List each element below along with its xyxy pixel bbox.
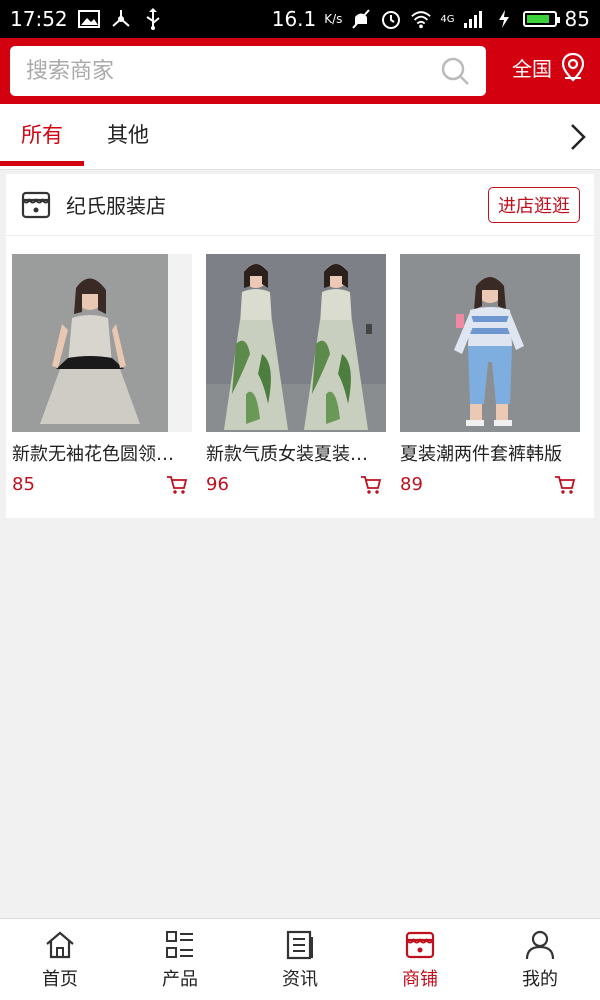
- network-type: 4G: [440, 13, 455, 25]
- nav-me[interactable]: 我的: [480, 919, 600, 1000]
- user-icon[interactable]: [524, 929, 556, 961]
- document-icon[interactable]: [284, 929, 316, 961]
- region-label[interactable]: 全国: [512, 53, 552, 82]
- product-card[interactable]: 新款无袖花色圆领连衣裙 85: [12, 254, 192, 495]
- signal-icon: [463, 8, 485, 30]
- nav-stores-label[interactable]: 商铺: [402, 965, 438, 991]
- product-title[interactable]: 新款气质女装夏装长裙: [206, 440, 374, 466]
- search-input[interactable]: [26, 58, 426, 84]
- nav-me-label[interactable]: 我的: [522, 965, 558, 991]
- nav-products[interactable]: 产品: [120, 919, 240, 1000]
- product-image[interactable]: [206, 254, 386, 432]
- product-price: 89: [400, 474, 423, 495]
- product-image[interactable]: [12, 254, 192, 432]
- nav-products-label[interactable]: 产品: [162, 965, 198, 991]
- region-selector[interactable]: 全国: [512, 52, 586, 82]
- nav-stores[interactable]: 商铺: [360, 919, 480, 1000]
- product-list: 新款无袖花色圆领连衣裙 85: [12, 254, 580, 495]
- charging-icon: [493, 8, 515, 30]
- product-image[interactable]: [400, 254, 580, 432]
- nav-news[interactable]: 资讯: [240, 919, 360, 1000]
- product-title[interactable]: 新款无袖花色圆领连衣裙: [12, 440, 180, 466]
- battery-fill: [526, 15, 549, 23]
- search-box[interactable]: [10, 46, 486, 96]
- bottom-nav: 首页 产品 资讯 商铺 我的: [0, 918, 600, 1000]
- share-icon: [110, 8, 132, 30]
- alarm-icon: [380, 8, 402, 30]
- product-price: 85: [12, 474, 35, 495]
- status-bar: 17:52 16.1 K/s 4G 85: [0, 0, 600, 38]
- status-time: 17:52: [10, 7, 68, 31]
- product-title[interactable]: 夏装潮两件套裤韩版: [400, 440, 568, 466]
- cart-icon[interactable]: [360, 475, 382, 495]
- grid-list-icon[interactable]: [164, 929, 196, 961]
- image-icon: [77, 8, 100, 30]
- store-header: 纪氏服装店 进店逛逛: [6, 174, 594, 236]
- store-card: 纪氏服装店 进店逛逛 新款无袖花色圆领连 85 新款气质女装夏装长裙 96 夏装…: [6, 174, 594, 518]
- network-speed-unit: K/s: [324, 12, 343, 26]
- battery-icon: [522, 11, 560, 27]
- usb-icon: [142, 8, 164, 30]
- nav-home[interactable]: 首页: [0, 919, 120, 1000]
- network-speed: 16.1: [271, 7, 317, 31]
- cart-icon[interactable]: [554, 475, 576, 495]
- search-icon[interactable]: [440, 56, 470, 86]
- product-price: 96: [206, 474, 229, 495]
- cart-icon[interactable]: [166, 475, 188, 495]
- header-bar: 全国: [0, 38, 600, 104]
- chevron-right-icon[interactable]: [566, 122, 590, 152]
- wifi-icon: [410, 8, 432, 30]
- nav-home-label[interactable]: 首页: [42, 965, 78, 991]
- location-pin-icon[interactable]: [560, 52, 586, 82]
- product-card[interactable]: 夏装潮两件套裤韩版 89: [400, 254, 580, 495]
- home-icon[interactable]: [44, 929, 76, 961]
- tab-other[interactable]: 其他: [86, 104, 170, 170]
- store-name: 纪氏服装店: [66, 194, 166, 218]
- nav-news-label[interactable]: 资讯: [282, 965, 318, 991]
- active-tab-indicator: [0, 161, 84, 166]
- battery-percent: 85: [564, 7, 590, 31]
- category-tabs: 所有 其他: [0, 104, 600, 170]
- mute-icon: [350, 8, 372, 30]
- product-card[interactable]: 新款气质女装夏装长裙 96: [206, 254, 386, 495]
- store-icon[interactable]: [404, 929, 436, 961]
- enter-store-button[interactable]: 进店逛逛: [488, 186, 580, 223]
- store-icon: [21, 191, 51, 218]
